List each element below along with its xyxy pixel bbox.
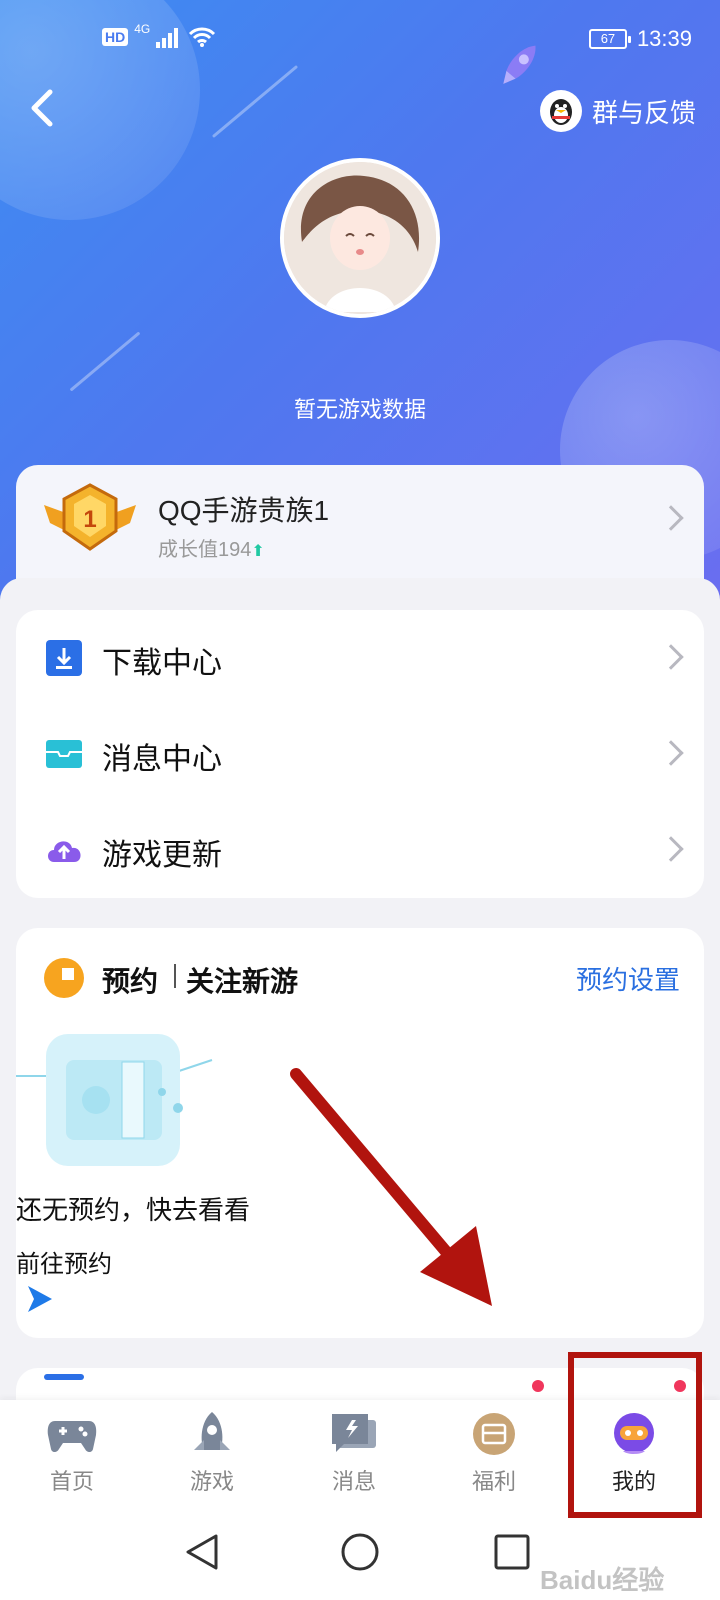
growth-up-arrow-icon: ⬆ bbox=[251, 543, 265, 560]
navigation-arrow-icon[interactable] bbox=[26, 1284, 54, 1314]
growth-label: 成长值194 bbox=[158, 539, 252, 561]
benefits-badge-dot bbox=[532, 1380, 544, 1392]
go-reserve-link[interactable]: 前往预约 bbox=[16, 1244, 112, 1279]
title-divider bbox=[174, 964, 176, 988]
menu-item-label: 消息中心 bbox=[102, 743, 222, 776]
nav-back-icon[interactable] bbox=[180, 1528, 228, 1576]
follow-new-games-title[interactable]: 关注新游 bbox=[186, 960, 298, 1000]
empty-reservation-illustration bbox=[16, 1034, 213, 1166]
qq-penguin-icon bbox=[539, 90, 582, 132]
decor-streak bbox=[69, 331, 141, 392]
chevron-right-icon bbox=[658, 644, 684, 670]
gamepad-icon bbox=[44, 1410, 100, 1458]
annotation-highlight-box bbox=[568, 1352, 702, 1518]
tab-label: 福利 bbox=[471, 1469, 516, 1494]
chevron-right-icon bbox=[658, 505, 684, 531]
no-game-data-text: 暂无游戏数据 bbox=[293, 397, 426, 422]
vip-level-number: 1 bbox=[83, 506, 96, 533]
download-icon bbox=[46, 640, 82, 676]
tab-games[interactable]: 游戏 bbox=[140, 1410, 284, 1510]
nav-recents-icon[interactable] bbox=[488, 1528, 536, 1576]
clock: 13:39 bbox=[636, 26, 692, 51]
menu-item-label: 游戏更新 bbox=[102, 839, 222, 872]
tab-label: 游戏 bbox=[189, 1469, 234, 1494]
partial-card-icon bbox=[44, 1374, 84, 1380]
hd-indicator: HD bbox=[102, 28, 129, 46]
decor-streak bbox=[211, 64, 299, 139]
tab-label: 首页 bbox=[49, 1469, 94, 1494]
rocket-icon bbox=[184, 1410, 240, 1458]
nav-home-icon[interactable] bbox=[336, 1528, 384, 1576]
clock-icon bbox=[44, 958, 84, 998]
tab-benefits[interactable]: 福利 bbox=[422, 1410, 566, 1510]
status-bar-right: 67 13:39 bbox=[588, 26, 692, 52]
avatar-illustration bbox=[284, 162, 436, 314]
menu-item-download-center[interactable]: 下载中心 bbox=[16, 610, 704, 706]
menu-item-label: 下载中心 bbox=[102, 647, 222, 680]
reservation-title[interactable]: 预约 bbox=[102, 960, 158, 1000]
menu-item-message-center[interactable]: 消息中心 bbox=[16, 706, 704, 802]
menu-card: 下载中心 消息中心 游戏更新 bbox=[16, 610, 704, 898]
tab-label: 消息 bbox=[331, 1469, 376, 1494]
tab-messages[interactable]: 消息 bbox=[282, 1410, 426, 1510]
update-icon bbox=[48, 841, 81, 862]
chevron-right-icon bbox=[658, 740, 684, 766]
feedback-label: 群与反馈 bbox=[591, 97, 696, 128]
chevron-right-icon bbox=[658, 836, 684, 862]
wifi-icon bbox=[189, 27, 216, 47]
status-bar: HD 4G 67 13:39 bbox=[0, 22, 720, 58]
annotation-arrow bbox=[290, 1068, 492, 1306]
no-reservation-text: 还无预约，快去看看 bbox=[16, 1195, 251, 1225]
user-avatar[interactable] bbox=[280, 158, 440, 318]
tab-home[interactable]: 首页 bbox=[0, 1410, 144, 1510]
gift-icon bbox=[466, 1410, 522, 1458]
battery-icon: 67 bbox=[588, 29, 631, 49]
signal-icon bbox=[156, 28, 179, 48]
reservation-settings-link[interactable]: 预约设置 bbox=[576, 960, 680, 997]
vip-growth-value: 成长值194⬆ bbox=[158, 533, 265, 562]
watermark: Baidu经验 bbox=[540, 1565, 665, 1595]
back-button[interactable] bbox=[22, 86, 82, 146]
vip-title: QQ手游贵族1 bbox=[158, 495, 330, 526]
vip-level-badge-icon: 1 bbox=[44, 483, 136, 551]
message-icon bbox=[46, 740, 82, 768]
group-feedback-button[interactable]: 群与反馈 bbox=[539, 86, 696, 136]
message-icon bbox=[326, 1410, 382, 1458]
status-bar-left: HD 4G bbox=[102, 22, 216, 48]
menu-item-game-update[interactable]: 游戏更新 bbox=[16, 802, 704, 898]
back-arrow-icon bbox=[31, 89, 53, 127]
network-type: 4G bbox=[134, 22, 151, 36]
